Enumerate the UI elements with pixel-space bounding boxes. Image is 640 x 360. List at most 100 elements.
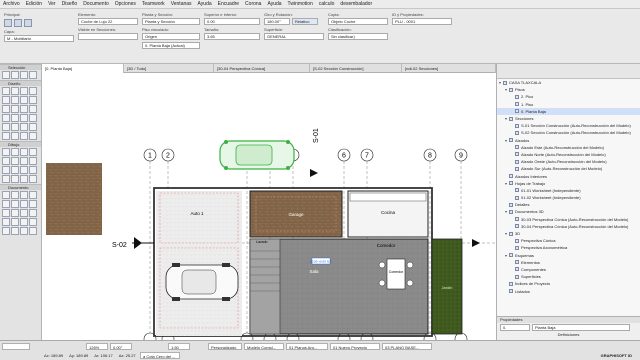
tab-secciones[interactable]: [ndt-02 Secciones] <box>402 64 496 73</box>
menu-item-6[interactable]: Teamwork <box>139 0 168 9</box>
tool-button[interactable] <box>20 209 28 217</box>
linked-floor-field[interactable]: Origen <box>142 33 200 40</box>
tool-button[interactable] <box>29 200 37 208</box>
tool-button[interactable] <box>11 123 19 131</box>
tool-button[interactable] <box>20 105 28 113</box>
tool-button[interactable] <box>20 166 28 174</box>
graphisoft-id-link[interactable]: GRAPHISOFT ID <box>601 352 632 359</box>
menu-item-14[interactable]: desembalador <box>337 0 375 9</box>
tool-button[interactable] <box>29 96 37 104</box>
tool-button[interactable] <box>2 71 10 79</box>
section-marker-right[interactable] <box>472 239 480 247</box>
navigator-item[interactable]: ▾ 3D <box>497 230 640 237</box>
menu-item-4[interactable]: Documento <box>80 0 112 9</box>
classification-select[interactable]: Sin clasificar) <box>328 33 388 40</box>
pen-set-select[interactable]: 01 Planos Arq... <box>286 343 328 350</box>
navigator-item[interactable]: 30-04 Perspectiva Cónica (Auto-Reconstru… <box>497 223 640 230</box>
menu-item-12[interactable]: Twinmotion <box>285 0 316 9</box>
navigator-item[interactable]: 1. Piso <box>497 101 640 108</box>
floor-plan-drawing[interactable]: 1 2 3 4 5 6 7 8 9 Auto 1 Auto 2 <box>42 73 496 340</box>
tool-button[interactable] <box>29 157 37 165</box>
graphic-override-select[interactable]: 03 PLANO BASE... <box>382 343 432 350</box>
scale-field[interactable]: 1:50 <box>168 343 190 350</box>
tool-button[interactable] <box>11 191 19 199</box>
tool-button[interactable] <box>20 175 28 183</box>
tool-button[interactable] <box>29 71 37 79</box>
zoom-field[interactable]: 126% <box>86 343 108 350</box>
navigator-item[interactable]: ▾ Pisos <box>497 86 640 93</box>
tool-button[interactable] <box>29 191 37 199</box>
navigator-item[interactable]: S-02 Sección Construcción (Auto-Reconstr… <box>497 129 640 136</box>
tool-button[interactable] <box>20 148 28 156</box>
navigator-item[interactable]: Alzado Sur (Auto-Reconstrucción del Mode… <box>497 165 640 172</box>
grid-bubble-9[interactable]: 9 <box>454 148 468 162</box>
surface-select[interactable]: GENERAL <box>264 33 324 40</box>
size-field[interactable]: 3.65 <box>204 33 260 40</box>
navigator-item[interactable]: Componentes <box>497 266 640 273</box>
tool-button[interactable] <box>11 209 19 217</box>
tool-button[interactable] <box>2 157 10 165</box>
grid-bubble-1[interactable]: 1 <box>143 148 157 162</box>
wood-material-swatch[interactable] <box>46 163 102 235</box>
tool-button[interactable] <box>11 71 19 79</box>
tool-button[interactable] <box>29 123 37 131</box>
undo-redo-controls[interactable] <box>2 343 30 350</box>
menu-item-13[interactable]: calculo <box>316 0 338 9</box>
menu-item-8[interactable]: Ayuda <box>195 0 215 9</box>
tool-button[interactable] <box>11 227 19 235</box>
tool-button[interactable] <box>20 227 28 235</box>
tool-button[interactable] <box>20 123 28 131</box>
layer-combination-select[interactable]: Personalizado <box>208 343 242 350</box>
navigator-item[interactable]: 30-03 Perspectiva Cónica (Auto-Reconstru… <box>497 216 640 223</box>
tool-button[interactable] <box>20 114 28 122</box>
tool-button[interactable] <box>20 96 28 104</box>
navigator-item[interactable]: 01-01 Worksheet (Independiente) <box>497 187 640 194</box>
tool-button[interactable] <box>2 96 10 104</box>
navigator-item[interactable]: ▾ Hojas de Trabajo <box>497 180 640 187</box>
tool-button[interactable] <box>29 132 37 140</box>
grid-bubble-7[interactable]: 7 <box>360 148 374 162</box>
element-name-field[interactable]: Coche de Lujo 22 <box>78 18 138 25</box>
tool-button[interactable] <box>20 191 28 199</box>
tool-button[interactable] <box>11 218 19 226</box>
navigator-item[interactable]: Listados <box>497 287 640 294</box>
tool-button[interactable] <box>11 200 19 208</box>
tool-button[interactable] <box>2 209 10 217</box>
navigator-item[interactable]: Alzado Oeste (Auto-Reconstrucción del Mo… <box>497 158 640 165</box>
navigator-item[interactable]: Elementos <box>497 259 640 266</box>
copy-field[interactable]: Objeto Coche <box>328 18 388 25</box>
tool-button[interactable] <box>29 175 37 183</box>
tool-button[interactable] <box>2 105 10 113</box>
section-marker-top[interactable]: S-01 <box>310 128 320 177</box>
properties-settings-button[interactable]: Definiciones <box>497 332 640 338</box>
tool-button[interactable] <box>11 96 19 104</box>
tool-button[interactable] <box>2 191 10 199</box>
navigator-item[interactable]: Alzado Este (Auto-Reconstrucción del Mod… <box>497 144 640 151</box>
tool-button[interactable] <box>29 166 37 174</box>
tool-button[interactable] <box>2 175 10 183</box>
tool-button[interactable] <box>20 157 28 165</box>
tab-planta-baja[interactable]: [0. Planta Baja] <box>42 64 124 73</box>
navigator-item[interactable]: ▾ Esquemas <box>497 252 640 259</box>
navigator-item[interactable]: ▾ Documentos 3D <box>497 208 640 215</box>
grid-bubble-2[interactable]: 2 <box>161 148 175 162</box>
navigator-item[interactable]: 01-02 Worksheet (Independiente) <box>497 194 640 201</box>
navigator-item[interactable]: Superficies <box>497 273 640 280</box>
tool-button[interactable] <box>11 175 19 183</box>
visible-sections-field[interactable] <box>78 33 138 40</box>
grid-bubble-6[interactable]: 6 <box>337 148 351 162</box>
layer-select[interactable]: M - Mobiliario <box>4 35 74 42</box>
drawing-canvas[interactable]: 1 2 3 4 5 6 7 8 9 Auto 1 Auto 2 <box>42 73 496 340</box>
menu-item-7[interactable]: Ventanas <box>168 0 195 9</box>
navigator-item[interactable]: Detalles <box>497 201 640 208</box>
tool-button[interactable] <box>20 71 28 79</box>
tool-button[interactable] <box>2 218 10 226</box>
navigator-item[interactable]: Índices de Proyecto <box>497 280 640 287</box>
navigator-item[interactable]: ▾ Alzados <box>497 137 640 144</box>
menu-item-0[interactable]: Archivo <box>0 0 23 9</box>
tool-button[interactable] <box>29 105 37 113</box>
settings-icon[interactable] <box>14 19 22 27</box>
tool-button[interactable] <box>29 87 37 95</box>
tool-button[interactable] <box>11 114 19 122</box>
tab-3d[interactable]: [3D / Todo] <box>124 64 214 73</box>
